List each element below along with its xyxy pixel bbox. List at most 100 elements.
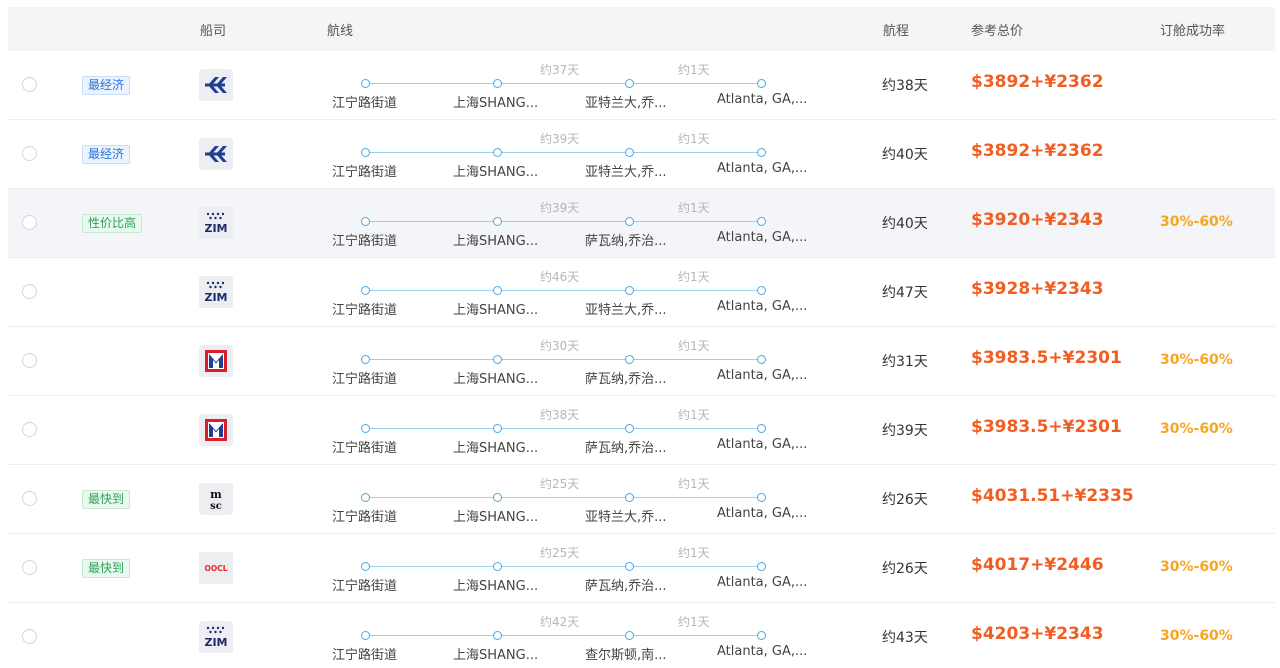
route-node-icon bbox=[493, 286, 502, 295]
recommend-tag: 最快到 bbox=[82, 490, 131, 509]
destination-place: Atlanta, GA,... bbox=[717, 161, 808, 176]
origin-place: 江宁路街道 bbox=[332, 579, 398, 594]
route-line bbox=[368, 359, 764, 360]
sea-duration: 约25天 bbox=[540, 546, 580, 560]
route-node-icon bbox=[625, 424, 634, 433]
svg-text:sc: sc bbox=[210, 501, 222, 511]
route-node-icon bbox=[757, 631, 766, 640]
table-row[interactable]: ZIM 约46天 约1天 江宁路街道 上海SHANG... 亚特兰大,乔... Atlant… bbox=[8, 258, 1275, 327]
table-row[interactable]: 最快到 m sc 约25天 约1天 江宁路街道 上海SHANG... 亚特兰大,乔... Atl… bbox=[8, 465, 1275, 534]
voyage-days: 约40天 bbox=[882, 216, 928, 232]
route-node-icon bbox=[493, 79, 502, 88]
route-node-icon bbox=[361, 79, 370, 88]
table-row[interactable]: 约38天 约1天 江宁路街道 上海SHANG... 萨瓦纳,乔治... Atlanta, … bbox=[8, 396, 1275, 465]
route-node-icon bbox=[757, 79, 766, 88]
select-radio[interactable] bbox=[22, 146, 37, 161]
route-timeline: 约25天 约1天 江宁路街道 上海SHANG... 萨瓦纳,乔治... Atlanta, … bbox=[324, 544, 807, 594]
origin-place: 江宁路街道 bbox=[332, 510, 398, 525]
yang-ming-logo bbox=[199, 414, 233, 446]
port-of-loading: 上海SHANG... bbox=[453, 234, 539, 249]
header-voyage: 航程 bbox=[883, 24, 910, 39]
port-of-discharge: 萨瓦纳,乔治... bbox=[585, 234, 667, 249]
route-timeline: 约37天 约1天 江宁路街道 上海SHANG... 亚特兰大,乔... Atlanta, … bbox=[324, 61, 807, 111]
header-rate: 订舱成功率 bbox=[1160, 24, 1226, 39]
route-node-icon bbox=[625, 355, 634, 364]
select-radio[interactable] bbox=[22, 560, 37, 575]
sea-duration: 约39天 bbox=[540, 132, 580, 146]
table-row[interactable]: 性价比高 ZIM 约39天 约1天 江宁路街道 上海SHANG... 萨瓦纳,乔治... At… bbox=[8, 189, 1275, 258]
sea-duration: 约38天 bbox=[540, 408, 580, 422]
route-node-icon bbox=[625, 286, 634, 295]
voyage-days: 约47天 bbox=[882, 285, 928, 301]
sea-duration: 约30天 bbox=[540, 339, 580, 353]
route-node-icon bbox=[493, 493, 502, 502]
route-node-icon bbox=[361, 217, 370, 226]
port-of-discharge: 亚特兰大,乔... bbox=[585, 96, 667, 111]
select-radio[interactable] bbox=[22, 422, 37, 437]
route-node-icon bbox=[757, 148, 766, 157]
port-of-loading: 上海SHANG... bbox=[453, 96, 539, 111]
table-row[interactable]: 约30天 约1天 江宁路街道 上海SHANG... 萨瓦纳,乔治... Atlanta, … bbox=[8, 327, 1275, 396]
select-radio[interactable] bbox=[22, 629, 37, 644]
route-node-icon bbox=[625, 79, 634, 88]
select-radio[interactable] bbox=[22, 284, 37, 299]
route-node-icon bbox=[361, 631, 370, 640]
table-row[interactable]: 最快到 OOCL 约25天 约1天 江宁路街道 上海SHANG... 萨瓦纳,乔治... At… bbox=[8, 534, 1275, 603]
route-line bbox=[368, 83, 764, 84]
recommend-tag: 最经济 bbox=[82, 145, 131, 164]
select-radio[interactable] bbox=[22, 215, 37, 230]
svg-text:m: m bbox=[210, 488, 222, 501]
inland-duration: 约1天 bbox=[678, 615, 710, 629]
recommend-tag: 性价比高 bbox=[82, 214, 143, 233]
total-price: $4203+¥2343 bbox=[971, 624, 1104, 644]
table-row[interactable]: 最经济 约37天 约1天 江宁路街道 上海SHANG... 亚特兰大,乔... Atlant… bbox=[8, 51, 1275, 120]
destination-place: Atlanta, GA,... bbox=[717, 644, 808, 659]
port-of-discharge: 萨瓦纳,乔治... bbox=[585, 579, 667, 594]
table-row[interactable]: ZIM 约42天 约1天 江宁路街道 上海SHANG... 查尔斯顿,南... Atlant… bbox=[8, 603, 1275, 668]
route-node-icon bbox=[625, 493, 634, 502]
voyage-days: 约39天 bbox=[882, 423, 928, 439]
select-radio[interactable] bbox=[22, 491, 37, 506]
select-radio[interactable] bbox=[22, 353, 37, 368]
port-of-discharge: 亚特兰大,乔... bbox=[585, 510, 667, 525]
svg-text:ZIM: ZIM bbox=[204, 222, 227, 235]
table-row[interactable]: 最经济 约39天 约1天 江宁路街道 上海SHANG... 亚特兰大,乔... Atlant… bbox=[8, 120, 1275, 189]
route-node-icon bbox=[625, 217, 634, 226]
inland-duration: 约1天 bbox=[678, 132, 710, 146]
destination-place: Atlanta, GA,... bbox=[717, 299, 808, 314]
total-price: $4017+¥2446 bbox=[971, 555, 1104, 575]
voyage-days: 约26天 bbox=[882, 492, 928, 508]
inland-duration: 约1天 bbox=[678, 408, 710, 422]
destination-place: Atlanta, GA,... bbox=[717, 506, 808, 521]
port-of-loading: 上海SHANG... bbox=[453, 441, 539, 456]
total-price: $3983.5+¥2301 bbox=[971, 417, 1122, 437]
destination-place: Atlanta, GA,... bbox=[717, 368, 808, 383]
route-node-icon bbox=[361, 424, 370, 433]
oocl-logo: OOCL bbox=[199, 552, 233, 584]
route-node-icon bbox=[493, 562, 502, 571]
total-price: $3892+¥2362 bbox=[971, 72, 1104, 92]
route-node-icon bbox=[493, 217, 502, 226]
recommend-tag: 最快到 bbox=[82, 559, 131, 578]
route-line bbox=[368, 566, 764, 567]
route-node-icon bbox=[757, 355, 766, 364]
zim-logo: ZIM bbox=[199, 207, 233, 239]
inland-duration: 约1天 bbox=[678, 546, 710, 560]
booking-success-rate: 30%-60% bbox=[1160, 352, 1233, 368]
route-timeline: 约42天 约1天 江宁路街道 上海SHANG... 查尔斯顿,南... Atlanta, … bbox=[324, 613, 808, 663]
route-node-icon bbox=[493, 148, 502, 157]
route-timeline: 约25天 约1天 江宁路街道 上海SHANG... 亚特兰大,乔... Atlanta, … bbox=[324, 475, 808, 525]
inland-duration: 约1天 bbox=[678, 477, 710, 491]
port-of-discharge: 萨瓦纳,乔治... bbox=[585, 441, 667, 456]
route-line bbox=[368, 152, 764, 153]
port-of-loading: 上海SHANG... bbox=[453, 579, 539, 594]
select-radio[interactable] bbox=[22, 77, 37, 92]
svg-text:ZIM: ZIM bbox=[204, 291, 227, 304]
route-node-icon bbox=[361, 562, 370, 571]
hapag-lloyd-logo bbox=[199, 138, 233, 170]
header-carrier: 船司 bbox=[200, 24, 227, 39]
sea-duration: 约25天 bbox=[540, 477, 580, 491]
recommend-tag: 最经济 bbox=[82, 76, 131, 95]
total-price: $3920+¥2343 bbox=[971, 210, 1104, 230]
route-line bbox=[368, 221, 764, 222]
